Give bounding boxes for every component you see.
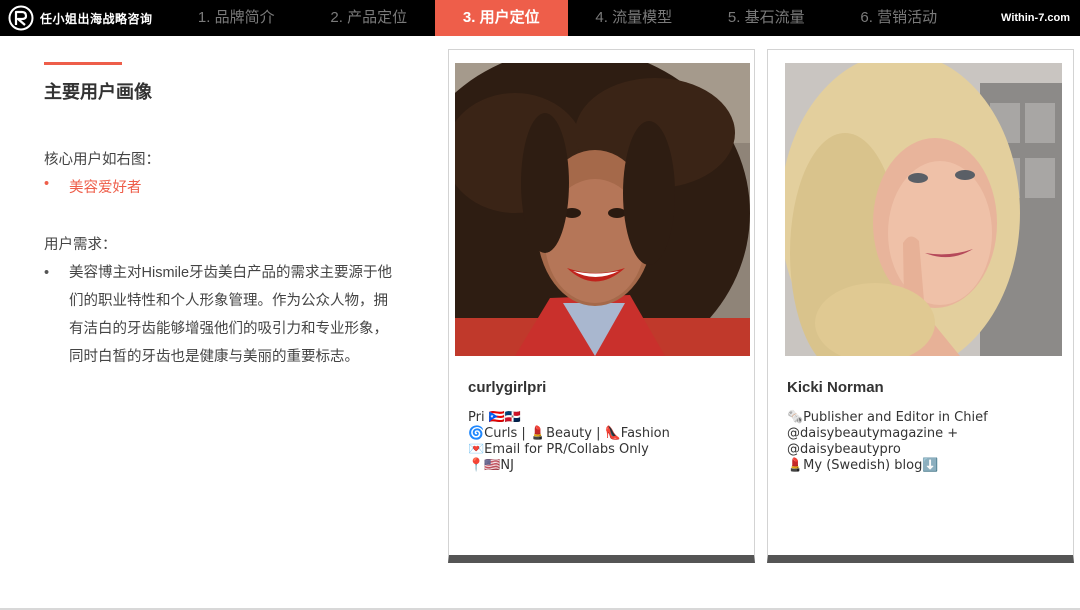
tab-marketing-campaigns[interactable]: 6. 营销活动: [833, 0, 966, 36]
tab-brand-intro[interactable]: 1. 品牌简介: [170, 0, 303, 36]
user-needs-text: 美容博主对Hismile牙齿美白产品的需求主要源于他们的职业特性和个人形象管理。…: [69, 265, 393, 365]
page-title: 主要用户画像: [44, 82, 152, 102]
logo-icon: [8, 5, 34, 31]
profile-handle[interactable]: curlygirlpri: [468, 379, 546, 396]
profile-handle[interactable]: Kicki Norman: [787, 379, 884, 396]
user-profile-card[interactable]: curlygirlpri Pri 🇵🇷🇩🇴 🌀Curls | 💄Beauty |…: [448, 49, 755, 563]
profile-photo-illustration: [785, 63, 1062, 356]
user-needs-item: • 美容博主对Hismile牙齿美白产品的需求主要源于他们的职业特性和个人形象管…: [44, 259, 399, 371]
bullet-icon: •: [44, 176, 50, 192]
brand-logo[interactable]: 任小姐出海战略咨询: [8, 5, 153, 31]
brand-website[interactable]: Within-7.com: [1001, 0, 1070, 36]
logo-text: 任小姐出海战略咨询: [40, 11, 153, 26]
title-accent-line: [44, 62, 122, 65]
tab-base-traffic[interactable]: 5. 基石流量: [700, 0, 833, 36]
tab-user-positioning[interactable]: 3. 用户定位: [435, 0, 568, 36]
tab-traffic-model[interactable]: 4. 流量模型: [568, 0, 701, 36]
profile-photo-illustration: [455, 63, 750, 356]
core-user-label: 核心用户如右图：: [44, 152, 160, 168]
core-user-item: • 美容爱好者: [44, 176, 142, 197]
bullet-icon: •: [44, 265, 50, 281]
top-navigation-bar: 任小姐出海战略咨询 1. 品牌简介 2. 产品定位 3. 用户定位 4. 流量模…: [0, 0, 1080, 36]
profile-photo: [785, 63, 1062, 356]
tab-product-positioning[interactable]: 2. 产品定位: [303, 0, 436, 36]
user-needs-label: 用户需求：: [44, 237, 117, 253]
profile-photo: [455, 63, 750, 356]
user-profile-card[interactable]: Kicki Norman 🗞️Publisher and Editor in C…: [767, 49, 1074, 563]
profile-bio: 🗞️Publisher and Editor in Chief @daisybe…: [787, 410, 988, 473]
core-user-text: 美容爱好者: [69, 180, 142, 196]
section-tabs: 1. 品牌简介 2. 产品定位 3. 用户定位 4. 流量模型 5. 基石流量 …: [170, 0, 965, 36]
profile-bio: Pri 🇵🇷🇩🇴 🌀Curls | 💄Beauty | 👠Fashion 💌Em…: [468, 410, 670, 473]
